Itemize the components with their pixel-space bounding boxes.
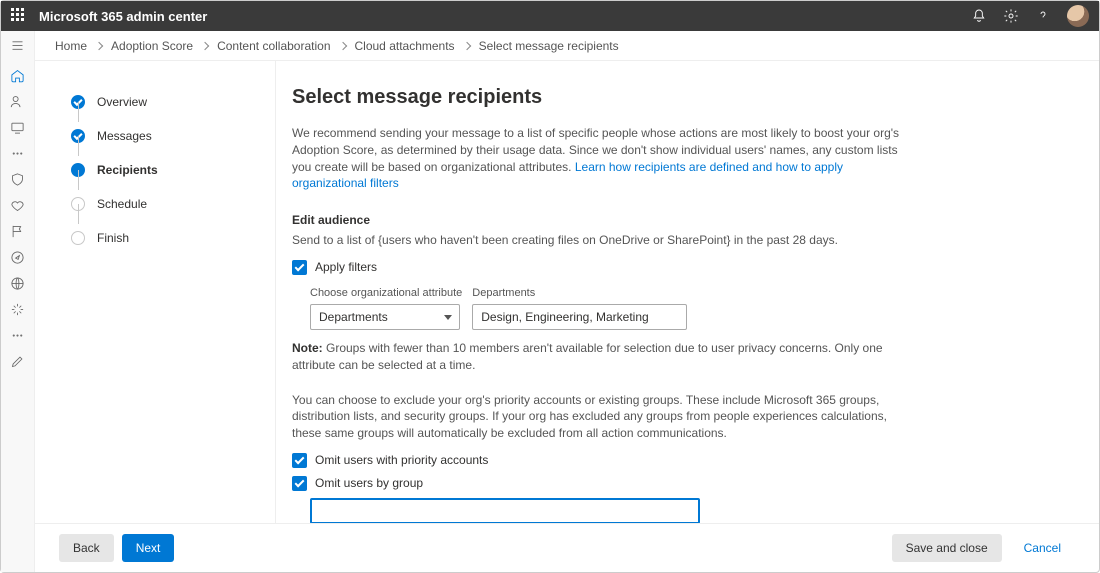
step-finish[interactable]: Finish xyxy=(71,221,255,255)
nav-dots-icon[interactable] xyxy=(10,145,26,161)
departments-field-label: Departments xyxy=(472,286,687,301)
save-close-button[interactable]: Save and close xyxy=(892,534,1002,562)
apply-filters-checkbox[interactable] xyxy=(292,260,307,275)
breadcrumb-item[interactable]: Content collaboration xyxy=(217,39,330,53)
attribute-field-label: Choose organizational attribute xyxy=(310,286,462,301)
nav-spark-icon[interactable] xyxy=(10,301,26,317)
departments-input[interactable]: Design, Engineering, Marketing xyxy=(472,304,687,330)
nav-devices-icon[interactable] xyxy=(10,119,26,135)
nav-home-icon[interactable] xyxy=(10,67,26,83)
apply-filters-label: Apply filters xyxy=(315,259,377,276)
step-schedule[interactable]: Schedule xyxy=(71,187,255,221)
back-button[interactable]: Back xyxy=(59,534,114,562)
attribute-select[interactable]: Departments xyxy=(310,304,460,330)
wizard-footer: Back Next Save and close Cancel xyxy=(35,523,1099,572)
left-nav-rail xyxy=(1,31,35,572)
cancel-button[interactable]: Cancel xyxy=(1010,534,1075,562)
settings-icon[interactable] xyxy=(1003,8,1019,24)
step-overview[interactable]: Overview xyxy=(71,85,255,119)
notifications-icon[interactable] xyxy=(971,8,987,24)
omit-priority-label: Omit users with priority accounts xyxy=(315,452,488,469)
nav-shield-icon[interactable] xyxy=(10,171,26,187)
breadcrumb-item[interactable]: Home xyxy=(55,39,87,53)
nav-edit-icon[interactable] xyxy=(10,353,26,369)
omit-priority-checkbox[interactable] xyxy=(292,453,307,468)
app-launcher-icon[interactable] xyxy=(11,8,27,24)
group-search-input[interactable] xyxy=(310,498,700,523)
exclude-description: You can choose to exclude your org's pri… xyxy=(292,392,902,442)
breadcrumb: Home Adoption Score Content collaboratio… xyxy=(35,31,1099,61)
help-icon[interactable] xyxy=(1035,8,1051,24)
wizard-steps: Overview Messages Recipients Schedule Fi… xyxy=(35,61,275,523)
audience-description: Send to a list of {users who haven't bee… xyxy=(292,232,1069,249)
privacy-note: Note: Groups with fewer than 10 members … xyxy=(292,340,892,374)
intro-text: We recommend sending your message to a l… xyxy=(292,125,912,192)
nav-world-icon[interactable] xyxy=(10,275,26,291)
nav-users-icon[interactable] xyxy=(10,93,26,109)
page-title: Select message recipients xyxy=(292,83,1069,111)
omit-group-label: Omit users by group xyxy=(315,475,423,492)
nav-heart-icon[interactable] xyxy=(10,197,26,213)
app-title: Microsoft 365 admin center xyxy=(39,9,971,24)
nav-flag-icon[interactable] xyxy=(10,223,26,239)
omit-group-checkbox[interactable] xyxy=(292,476,307,491)
main-content: Select message recipients We recommend s… xyxy=(275,61,1099,523)
nav-toggle-icon[interactable] xyxy=(10,37,26,53)
edit-audience-heading: Edit audience xyxy=(292,212,1069,229)
breadcrumb-item[interactable]: Select message recipients xyxy=(479,39,619,53)
next-button[interactable]: Next xyxy=(122,534,175,562)
step-messages[interactable]: Messages xyxy=(71,119,255,153)
nav-compass-icon[interactable] xyxy=(10,249,26,265)
global-header: Microsoft 365 admin center xyxy=(1,1,1099,31)
breadcrumb-item[interactable]: Adoption Score xyxy=(111,39,193,53)
breadcrumb-item[interactable]: Cloud attachments xyxy=(355,39,455,53)
step-recipients[interactable]: Recipients xyxy=(71,153,255,187)
user-avatar[interactable] xyxy=(1067,5,1089,27)
nav-dots2-icon[interactable] xyxy=(10,327,26,343)
